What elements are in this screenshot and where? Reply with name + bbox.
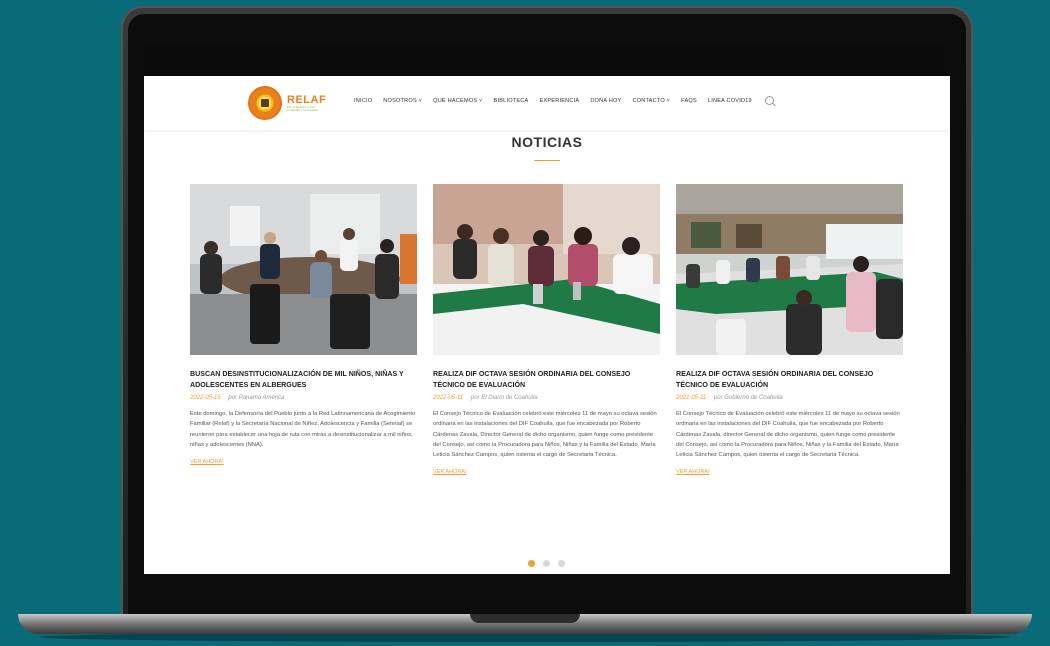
- nav-que-hacemos[interactable]: QUÉ HACEMOS ˅: [433, 98, 482, 104]
- news-card: REALIZA DIF OCTAVA SESIÓN ORDINARIA DEL …: [676, 184, 903, 478]
- news-excerpt: Este domingo, la Defensoría del Pueblo j…: [190, 411, 416, 448]
- title-underline: [534, 160, 560, 161]
- carousel-dot-1[interactable]: [528, 560, 535, 567]
- news-date: 2022-05-15: [190, 395, 221, 401]
- news-date: 2022-05-11: [433, 395, 464, 401]
- nav-faqs[interactable]: FAQS: [681, 98, 697, 104]
- news-date: 2022-05-11: [676, 395, 707, 401]
- news-author: por Panamá América: [228, 395, 285, 401]
- news-excerpt: El Consejo Técnico de Evaluación celebró…: [676, 411, 900, 459]
- news-title[interactable]: REALIZA DIF OCTAVA SESIÓN ORDINARIA DEL …: [676, 369, 903, 390]
- news-card: REALIZA DIF OCTAVA SESIÓN ORDINARIA DEL …: [433, 184, 660, 478]
- news-author: por El Diario de Coahuila: [470, 395, 538, 401]
- logo-name: RELAF: [287, 93, 327, 106]
- nav-inicio[interactable]: INICIO: [354, 98, 372, 104]
- carousel-dot-3[interactable]: [558, 560, 565, 567]
- browser-top-bar: [144, 44, 950, 76]
- logo-tagline: Por el derecho a vivir en familia y comu…: [287, 104, 318, 112]
- carousel-dots: [528, 560, 573, 567]
- nav-linea-covid19[interactable]: LINEA COVID19: [708, 98, 752, 104]
- laptop-screen: RELAF Por el derecho a vivir en familia …: [144, 44, 950, 574]
- read-more-link[interactable]: VER AHORA!: [676, 469, 710, 475]
- laptop-notch: [470, 614, 580, 623]
- relaf-logo-icon: [248, 86, 282, 120]
- nav-experiencia[interactable]: EXPERIENCIA: [539, 98, 579, 104]
- news-meta: 2022-05-11 por Gobierno de Coahuila: [676, 395, 903, 401]
- nav-nosotros[interactable]: NOSOTROS ˅: [383, 98, 422, 104]
- nav-contacto[interactable]: CONTACTO ˅: [632, 98, 670, 104]
- search-icon[interactable]: [764, 96, 774, 105]
- news-photo-room[interactable]: [676, 184, 903, 355]
- news-card: BUSCAN DESINSTITUCIONALIZACIÓN DE MIL NI…: [190, 184, 417, 468]
- news-photo-session[interactable]: [433, 184, 660, 355]
- read-more-link[interactable]: VER AHORA!: [433, 469, 467, 475]
- news-title[interactable]: REALIZA DIF OCTAVA SESIÓN ORDINARIA DEL …: [433, 369, 660, 390]
- carousel-dot-2[interactable]: [543, 560, 550, 567]
- site-header: RELAF Por el derecho a vivir en familia …: [144, 76, 950, 130]
- news-author: por Gobierno de Coahuila: [713, 395, 783, 401]
- news-title[interactable]: BUSCAN DESINSTITUCIONALIZACIÓN DE MIL NI…: [190, 369, 417, 390]
- news-photo-meeting[interactable]: [190, 184, 417, 355]
- nav-biblioteca[interactable]: BIBLIOTECA: [494, 98, 529, 104]
- section-title: NOTICIAS: [511, 134, 583, 150]
- news-meta: 2022-05-11 por El Diario de Coahuila: [433, 395, 660, 401]
- site-logo[interactable]: RELAF Por el derecho a vivir en familia …: [248, 83, 328, 123]
- main-nav: INICIO NOSOTROS ˅ QUÉ HACEMOS ˅ BIBLIOTE…: [354, 96, 774, 105]
- nav-dona-hoy[interactable]: DONA HOY: [590, 98, 621, 104]
- news-excerpt: El Consejo Técnico de Evaluación celebró…: [433, 411, 657, 459]
- news-meta: 2022-05-15 por Panamá América: [190, 395, 417, 401]
- read-more-link[interactable]: VER AHORA!: [190, 459, 224, 465]
